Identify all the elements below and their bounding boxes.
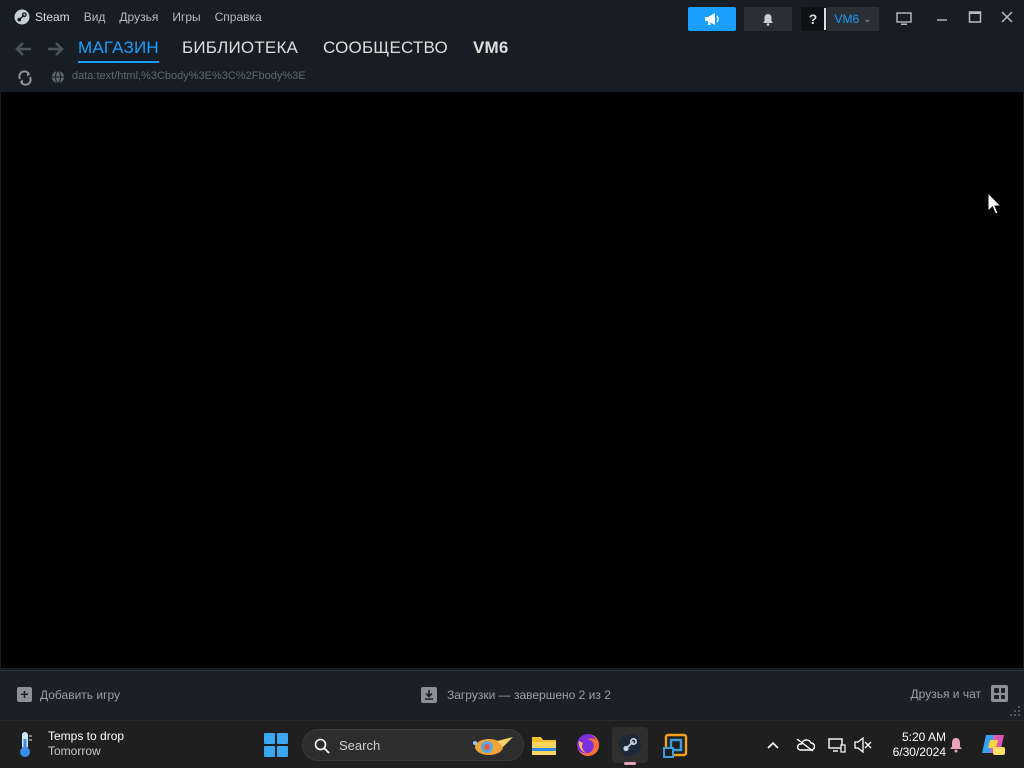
taskbar-steam[interactable] <box>612 727 648 765</box>
resize-grip-icon[interactable] <box>1009 705 1021 717</box>
firefox-icon <box>577 733 600 756</box>
globe-icon <box>52 70 64 84</box>
big-picture-button[interactable] <box>894 10 914 28</box>
steam-logo-icon <box>14 9 30 25</box>
taskbar-firefox[interactable] <box>570 727 606 763</box>
close-button[interactable] <box>994 6 1020 28</box>
taskbar-search[interactable]: Search <box>302 729 524 761</box>
notification-center-button[interactable] <box>946 735 966 755</box>
megaphone-icon <box>705 13 719 25</box>
tab-community[interactable]: СООБЩЕСТВО <box>323 38 448 58</box>
thermometer-icon <box>20 732 32 757</box>
tray-network[interactable] <box>826 735 848 755</box>
help-button[interactable]: ? <box>801 7 825 31</box>
url-bar: data:text/html,%3Cbody%3E%3C%2Fbody%3E <box>0 66 1024 90</box>
reload-button[interactable] <box>16 69 34 87</box>
friends-grid-icon <box>991 685 1008 702</box>
chevron-up-icon <box>767 741 779 749</box>
windows-taskbar: Temps to drop Tomorrow Search 5:20 AM 6/… <box>0 720 1024 768</box>
weather-headline: Temps to drop <box>48 729 125 743</box>
monitor-icon <box>896 12 912 25</box>
forward-button[interactable] <box>43 38 67 60</box>
tab-library[interactable]: БИБЛИОТЕКА <box>182 38 298 58</box>
clock-date: 6/30/2024 <box>892 745 946 759</box>
steam-menu-label: Steam <box>35 10 70 24</box>
title-bar: Steam Вид Друзья Игры Справка ? VM6 ⌄ <box>0 0 1024 36</box>
menu-games[interactable]: Игры <box>172 10 200 24</box>
tab-store[interactable]: МАГАЗИН <box>78 38 159 63</box>
downloads-button[interactable]: Загрузки — завершено 2 из 2 <box>421 687 611 703</box>
steam-menu[interactable]: Steam <box>14 9 70 25</box>
taskbar-clock[interactable]: 5:20 AM 6/30/2024 <box>880 730 946 760</box>
menu-view[interactable]: Вид <box>84 10 106 24</box>
bell-icon <box>950 738 962 753</box>
reload-icon <box>18 70 32 86</box>
network-monitor-icon <box>828 738 846 753</box>
steam-menu-bar: Steam Вид Друзья Игры Справка <box>14 9 262 25</box>
add-game-button[interactable]: + Добавить игру <box>17 687 120 702</box>
account-menu-button[interactable]: VM6 ⌄ <box>827 7 879 31</box>
url-text[interactable]: data:text/html,%3Cbody%3E%3C%2Fbody%3E <box>72 70 306 82</box>
back-button[interactable] <box>12 38 36 60</box>
downloads-status: Загрузки — завершено 2 из 2 <box>447 688 611 702</box>
friends-chat-button[interactable]: Друзья и чат <box>911 685 1008 702</box>
minimize-icon <box>937 19 947 21</box>
taskbar-virtualbox[interactable] <box>658 727 694 763</box>
add-game-label: Добавить игру <box>40 687 120 702</box>
virtualbox-icon <box>663 733 688 758</box>
tray-overflow-button[interactable] <box>762 735 784 755</box>
steam-icon <box>619 734 641 756</box>
start-button[interactable] <box>262 731 290 759</box>
menu-friends[interactable]: Друзья <box>119 10 158 24</box>
help-divider <box>824 8 826 30</box>
main-navigation: МАГАЗИН БИБЛИОТЕКА СООБЩЕСТВО VM6 <box>0 36 1024 64</box>
minimize-button[interactable] <box>929 6 955 28</box>
download-icon <box>421 687 437 703</box>
tray-onedrive[interactable] <box>794 735 816 755</box>
friends-chat-label: Друзья и чат <box>910 686 981 701</box>
arrow-left-icon <box>15 42 31 56</box>
copilot-icon[interactable] <box>980 731 1006 757</box>
menu-help[interactable]: Справка <box>215 10 262 24</box>
tray-volume[interactable] <box>852 735 874 755</box>
windows-logo-icon <box>264 733 275 744</box>
search-icon <box>314 738 330 754</box>
search-highlight-icon <box>473 737 513 755</box>
search-placeholder: Search <box>339 738 381 753</box>
speaker-muted-icon <box>854 737 872 753</box>
plus-icon: + <box>17 687 32 702</box>
weather-widget[interactable]: Temps to drop Tomorrow <box>14 729 124 759</box>
weather-subline: Tomorrow <box>48 744 101 758</box>
folder-icon <box>532 737 556 755</box>
arrow-right-icon <box>48 42 64 56</box>
web-content[interactable] <box>1 92 1023 668</box>
bell-icon <box>763 13 773 26</box>
close-icon <box>1001 11 1013 23</box>
tab-profile[interactable]: VM6 <box>473 38 509 58</box>
steam-window: Steam Вид Друзья Игры Справка ? VM6 ⌄ МА… <box>0 0 1024 720</box>
maximize-button[interactable] <box>962 6 988 28</box>
announcements-button[interactable] <box>688 7 736 31</box>
maximize-icon <box>968 11 982 23</box>
clock-time: 5:20 AM <box>901 730 946 744</box>
steam-footer: + Добавить игру Загрузки — завершено 2 и… <box>0 670 1024 720</box>
notifications-button[interactable] <box>744 7 792 31</box>
chevron-down-icon: ⌄ <box>863 13 872 25</box>
cloud-offline-icon <box>796 738 815 752</box>
mouse-cursor-icon <box>987 192 1003 215</box>
taskbar-file-explorer[interactable] <box>526 727 562 763</box>
account-name: VM6 <box>834 12 860 26</box>
